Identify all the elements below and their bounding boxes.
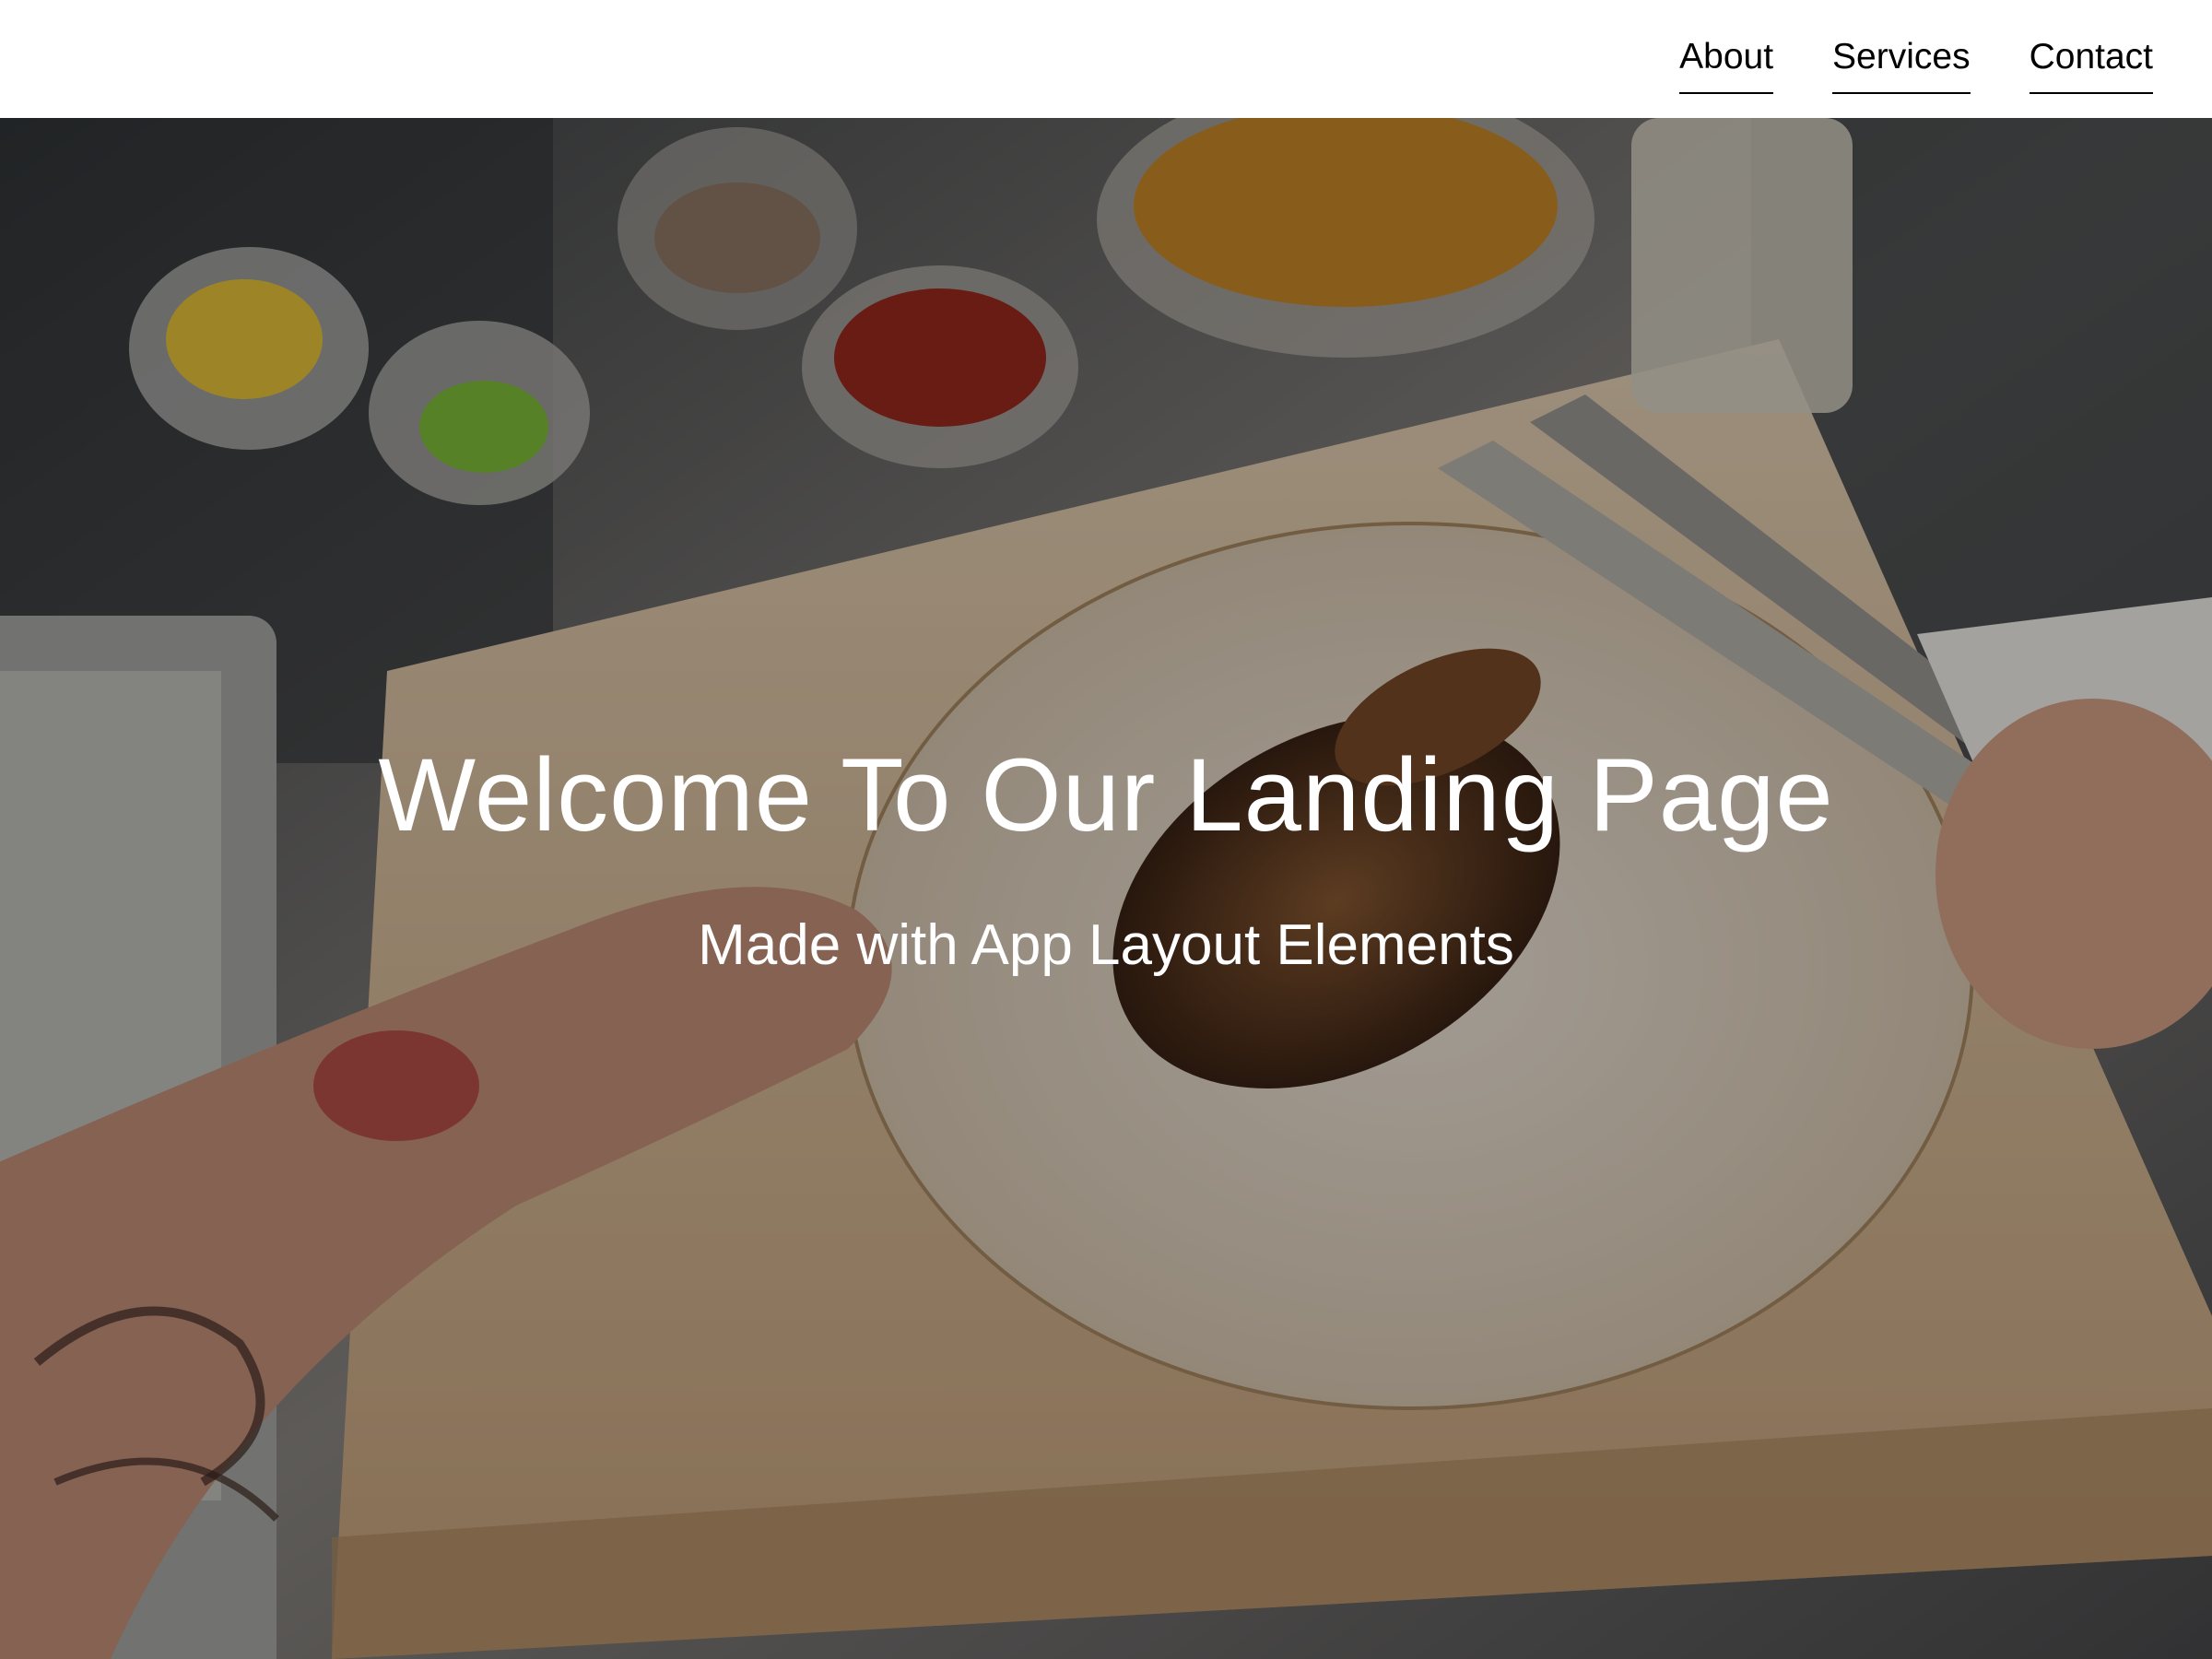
hero-overlay <box>0 118 2212 1659</box>
header-bar: About Services Contact <box>0 0 2212 118</box>
nav-link-contact[interactable]: Contact <box>2029 35 2153 94</box>
main-nav: About Services Contact <box>1679 35 2153 94</box>
hero-title: Welcome To Our Landing Page <box>378 737 1834 853</box>
hero-subtitle: Made with App Layout Elements <box>698 913 1514 977</box>
nav-link-about[interactable]: About <box>1679 35 1774 94</box>
nav-link-services[interactable]: Services <box>1832 35 1971 94</box>
hero-section: Welcome To Our Landing Page Made with Ap… <box>0 118 2212 1659</box>
